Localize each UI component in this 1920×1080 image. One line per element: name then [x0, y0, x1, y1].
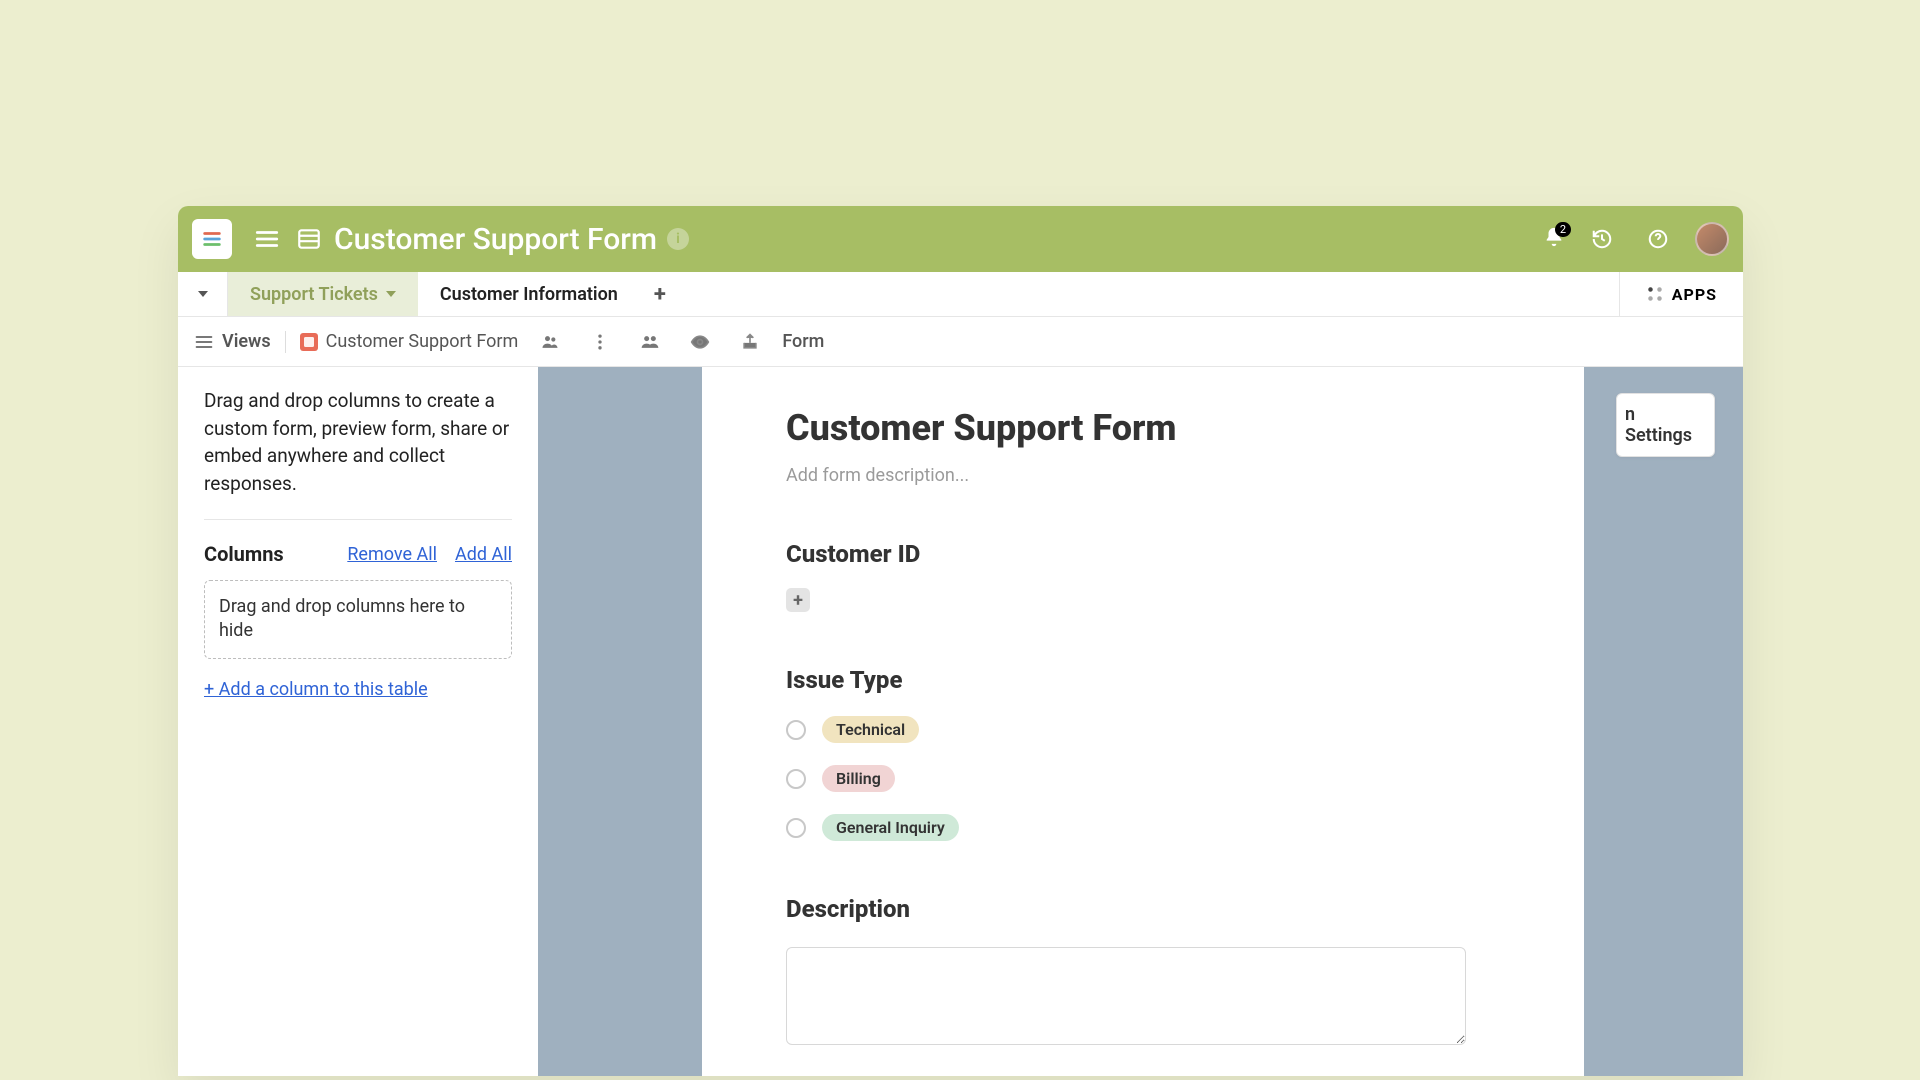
field-label-customer-id: Customer ID [786, 540, 1500, 568]
app-window: Customer Support Form i 2 Support Ticket… [178, 206, 1743, 1076]
form-settings-button[interactable]: n Settings [1616, 393, 1715, 457]
add-customer-id-button[interactable]: + [786, 588, 810, 612]
add-column-link[interactable]: + Add a column to this table [204, 679, 428, 700]
notification-badge: 2 [1555, 222, 1571, 237]
issue-option-general[interactable]: General Inquiry [786, 814, 1500, 841]
radio-icon [786, 818, 806, 838]
expand-sidebar-button[interactable] [178, 272, 228, 316]
tab-label: Customer Information [440, 284, 618, 305]
drop-zone-hint: Drag and drop columns here to hide [219, 596, 465, 641]
radio-icon [786, 720, 806, 740]
field-label-issue-type: Issue Type [786, 666, 1500, 694]
app-logo[interactable] [192, 219, 232, 259]
export-icon[interactable] [732, 332, 768, 352]
preview-icon[interactable] [682, 332, 718, 352]
radio-icon [786, 769, 806, 789]
option-tag: Technical [822, 716, 919, 743]
form-label: Form [782, 331, 824, 352]
chevron-down-icon [386, 291, 396, 297]
views-label: Views [222, 331, 271, 352]
add-all-link[interactable]: Add All [455, 544, 512, 565]
breadcrumb[interactable]: Customer Support Form [300, 331, 519, 352]
description-textarea[interactable] [786, 947, 1466, 1045]
columns-drop-zone[interactable]: Drag and drop columns here to hide [204, 580, 512, 659]
issue-option-billing[interactable]: Billing [786, 765, 1500, 792]
field-label-description: Description [786, 895, 1500, 923]
history-icon[interactable] [1583, 228, 1621, 250]
chevron-down-icon [198, 291, 208, 297]
table-icon[interactable] [288, 226, 330, 252]
page-title-text: Customer Support Form [334, 222, 657, 257]
remove-all-link[interactable]: Remove All [347, 544, 437, 565]
tab-customer-information[interactable]: Customer Information [418, 272, 640, 316]
tab-label: Support Tickets [250, 284, 378, 305]
collaborators-icon[interactable] [532, 332, 568, 352]
form-view-icon [300, 333, 318, 351]
help-icon[interactable] [1639, 228, 1677, 250]
view-toolbar: Views Customer Support Form Form [178, 317, 1743, 367]
views-button[interactable]: Views [194, 331, 271, 352]
divider [285, 331, 286, 353]
content-area: Drag and drop columns to create a custom… [178, 367, 1743, 1076]
apps-label: APPS [1672, 285, 1717, 304]
breadcrumb-label: Customer Support Form [326, 331, 519, 352]
tab-support-tickets[interactable]: Support Tickets [228, 272, 418, 316]
issue-option-technical[interactable]: Technical [786, 716, 1500, 743]
form-panel: Customer Support Form Add form descripti… [702, 367, 1584, 1076]
form-title[interactable]: Customer Support Form [786, 407, 1500, 449]
option-tag: Billing [822, 765, 895, 792]
apps-icon [1646, 285, 1664, 303]
user-avatar[interactable] [1695, 222, 1729, 256]
form-canvas: Customer Support Form Add form descripti… [538, 367, 1743, 1076]
page-title: Customer Support Form i [334, 222, 689, 257]
divider [204, 519, 512, 520]
more-options-icon[interactable] [582, 332, 618, 352]
tabs-bar: Support Tickets Customer Information + A… [178, 272, 1743, 317]
option-tag: General Inquiry [822, 814, 959, 841]
menu-icon[interactable] [246, 226, 288, 252]
columns-heading: Columns [204, 542, 284, 566]
share-people-icon[interactable] [632, 332, 668, 352]
notifications-button[interactable]: 2 [1543, 226, 1565, 252]
sidebar-help-text: Drag and drop columns to create a custom… [204, 387, 512, 497]
columns-sidebar: Drag and drop columns to create a custom… [178, 367, 538, 1076]
app-header: Customer Support Form i 2 [178, 206, 1743, 272]
form-description-input[interactable]: Add form description... [786, 465, 1500, 486]
add-tab-button[interactable]: + [640, 272, 680, 316]
info-icon[interactable]: i [667, 228, 689, 250]
apps-button[interactable]: APPS [1619, 272, 1743, 316]
